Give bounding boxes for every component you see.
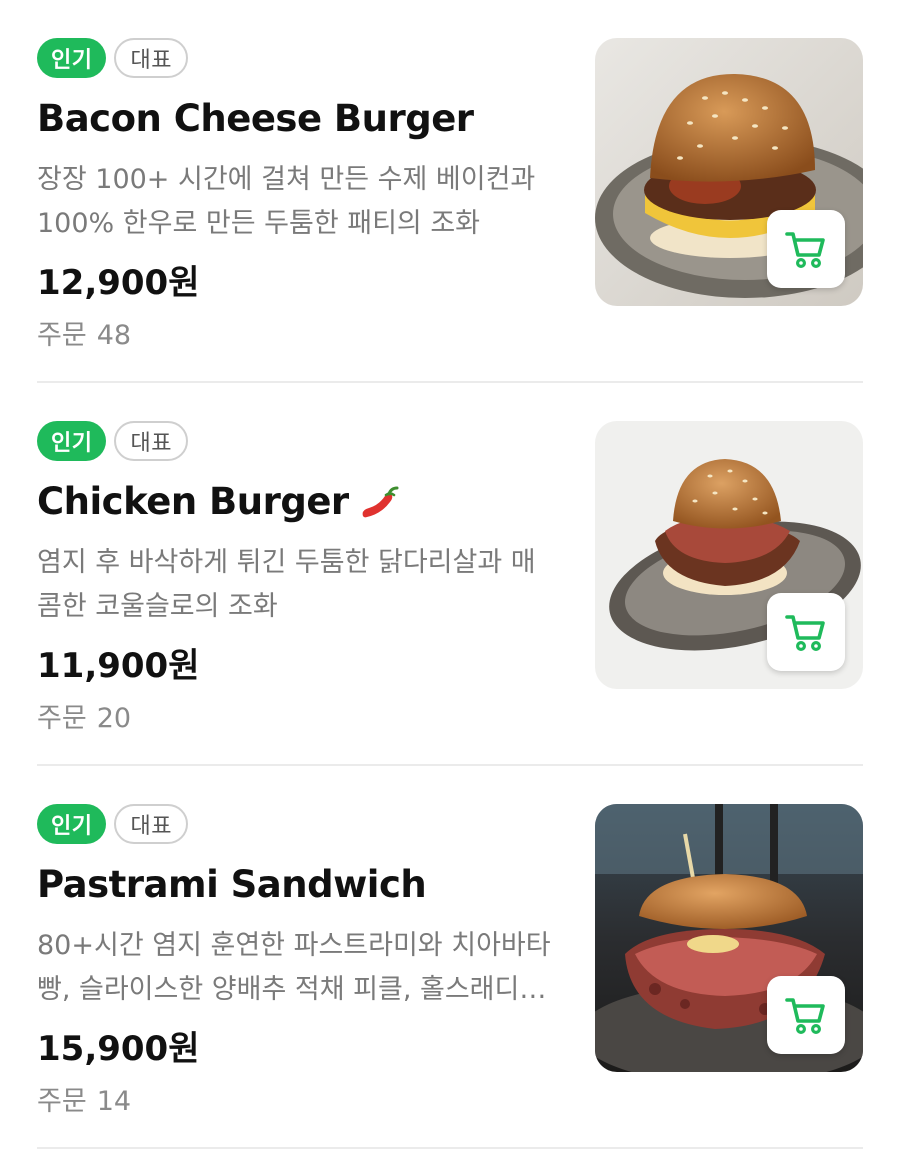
order-count-value: 20 xyxy=(96,703,132,734)
menu-item-photo[interactable] xyxy=(595,804,863,1072)
badge-group: 인기 대표 xyxy=(37,421,567,461)
menu-item-name-text: Chicken Burger xyxy=(37,480,349,523)
menu-item-photo[interactable] xyxy=(595,421,863,689)
menu-item-bacon-cheese-burger[interactable]: 인기 대표 Bacon Cheese Burger 장장 100+ 시간에 걸쳐… xyxy=(37,0,863,383)
cart-icon xyxy=(785,998,825,1034)
order-count-label: 주문 xyxy=(37,703,87,734)
badge-group: 인기 대표 xyxy=(37,38,567,78)
menu-item-name: Pastrami Sandwich xyxy=(37,860,567,910)
menu-item-name-text: Pastrami Sandwich xyxy=(37,863,427,906)
cart-icon xyxy=(785,615,825,651)
menu-item-price: 12,900원 xyxy=(37,263,200,303)
menu-item-name: Bacon Cheese Burger xyxy=(37,94,567,144)
order-count: 주문 20 xyxy=(37,699,567,739)
menu-item-name: Chicken Burger xyxy=(37,477,567,527)
menu-list: 인기 대표 Bacon Cheese Burger 장장 100+ 시간에 걸쳐… xyxy=(0,0,900,1149)
order-count: 주문 14 xyxy=(37,1082,567,1122)
popular-badge: 인기 xyxy=(37,804,107,844)
menu-item-info: 인기 대표 Chicken Burger 염지 후 바삭하게 튀긴 두툼한 닭다… xyxy=(37,421,567,739)
add-to-cart-button[interactable] xyxy=(767,593,845,671)
menu-item-name-text: Bacon Cheese Burger xyxy=(37,97,474,140)
signature-badge: 대표 xyxy=(114,421,188,461)
menu-item-info: 인기 대표 Pastrami Sandwich 80+시간 염지 훈연한 파스트… xyxy=(37,804,567,1122)
badge-group: 인기 대표 xyxy=(37,804,567,844)
add-to-cart-button[interactable] xyxy=(767,210,845,288)
menu-item-description: 80+시간 염지 훈연한 파스트라미와 치아바타 빵, 슬라이스한 양배추 적채… xyxy=(37,930,551,1005)
menu-item-pastrami-sandwich[interactable]: 인기 대표 Pastrami Sandwich 80+시간 염지 훈연한 파스트… xyxy=(37,766,863,1149)
cart-icon xyxy=(785,232,825,268)
chili-pepper-icon xyxy=(362,486,399,518)
popular-badge: 인기 xyxy=(37,421,107,461)
menu-item-price: 15,900원 xyxy=(37,1029,200,1069)
menu-item-info: 인기 대표 Bacon Cheese Burger 장장 100+ 시간에 걸쳐… xyxy=(37,38,567,356)
menu-item-photo[interactable] xyxy=(595,38,863,306)
order-count-value: 48 xyxy=(96,320,132,351)
add-to-cart-button[interactable] xyxy=(767,976,845,1054)
menu-item-price: 11,900원 xyxy=(37,646,200,686)
order-count-label: 주문 xyxy=(37,320,87,351)
signature-badge: 대표 xyxy=(114,804,188,844)
order-count: 주문 48 xyxy=(37,316,567,356)
menu-item-description: 장장 100+ 시간에 걸쳐 만든 수제 베이컨과 100% 한우로 만든 두툼… xyxy=(37,164,536,239)
order-count-value: 14 xyxy=(96,1086,132,1117)
popular-badge: 인기 xyxy=(37,38,107,78)
menu-item-description: 염지 후 바삭하게 튀긴 두툼한 닭다리살과 매콤한 코울슬로의 조화 xyxy=(37,547,536,622)
signature-badge: 대표 xyxy=(114,38,188,78)
menu-item-chicken-burger[interactable]: 인기 대표 Chicken Burger 염지 후 바삭하게 튀긴 두툼한 닭다… xyxy=(37,383,863,766)
order-count-label: 주문 xyxy=(37,1086,87,1117)
